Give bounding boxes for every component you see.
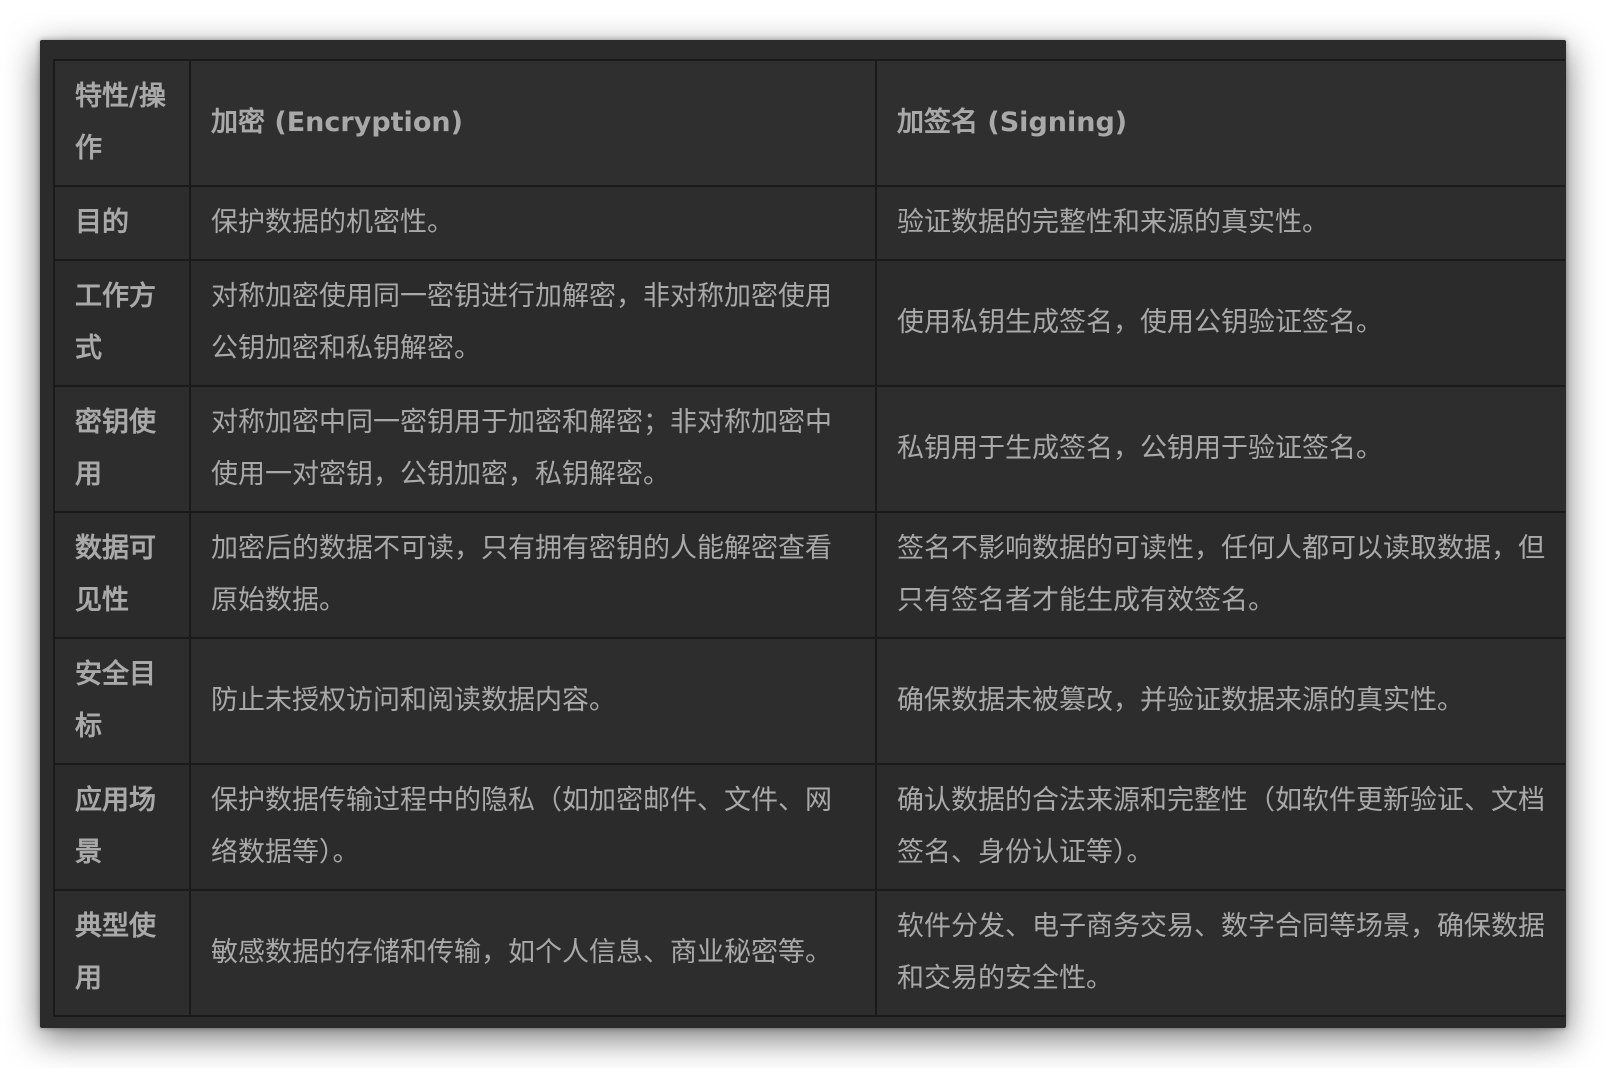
row-feature: 应用场景 bbox=[53, 763, 191, 891]
row-signing: 私钥用于生成签名，公钥用于验证签名。 bbox=[875, 385, 1565, 513]
row-signing: 验证数据的完整性和来源的真实性。 bbox=[875, 185, 1565, 261]
row-encryption: 对称加密使用同一密钥进行加解密，非对称加密使用公钥加密和私钥解密。 bbox=[189, 259, 877, 387]
comparison-table: 特性/操作 加密 (Encryption) 加签名 (Signing) 目的 保… bbox=[53, 59, 1565, 1017]
row-encryption: 加密后的数据不可读，只有拥有密钥的人能解密查看原始数据。 bbox=[189, 511, 877, 639]
row-signing: 软件分发、电子商务交易、数字合同等场景，确保数据和交易的安全性。 bbox=[875, 889, 1565, 1017]
row-encryption: 对称加密中同一密钥用于加密和解密；非对称加密中使用一对密钥，公钥加密，私钥解密。 bbox=[189, 385, 877, 513]
row-encryption: 敏感数据的存储和传输，如个人信息、商业秘密等。 bbox=[189, 889, 877, 1017]
table-header-row: 特性/操作 加密 (Encryption) 加签名 (Signing) bbox=[53, 59, 1565, 187]
table-container: 特性/操作 加密 (Encryption) 加签名 (Signing) 目的 保… bbox=[53, 59, 1565, 1028]
row-signing: 确保数据未被篡改，并验证数据来源的真实性。 bbox=[875, 637, 1565, 765]
table-row: 安全目标 防止未授权访问和阅读数据内容。 确保数据未被篡改，并验证数据来源的真实… bbox=[53, 637, 1565, 765]
row-encryption: 保护数据的机密性。 bbox=[189, 185, 877, 261]
row-feature: 安全目标 bbox=[53, 637, 191, 765]
row-feature: 密钥使用 bbox=[53, 385, 191, 513]
row-signing: 确认数据的合法来源和完整性（如软件更新验证、文档签名、身份认证等）。 bbox=[875, 763, 1565, 891]
row-signing: 签名不影响数据的可读性，任何人都可以读取数据，但只有签名者才能生成有效签名。 bbox=[875, 511, 1565, 639]
row-encryption: 防止未授权访问和阅读数据内容。 bbox=[189, 637, 877, 765]
table-row: 应用场景 保护数据传输过程中的隐私（如加密邮件、文件、网络数据等）。 确认数据的… bbox=[53, 763, 1565, 891]
row-feature: 典型使用 bbox=[53, 889, 191, 1017]
table-row: 密钥使用 对称加密中同一密钥用于加密和解密；非对称加密中使用一对密钥，公钥加密，… bbox=[53, 385, 1565, 513]
table-row: 典型使用 敏感数据的存储和传输，如个人信息、商业秘密等。 软件分发、电子商务交易… bbox=[53, 889, 1565, 1017]
row-encryption: 保护数据传输过程中的隐私（如加密邮件、文件、网络数据等）。 bbox=[189, 763, 877, 891]
table-row: 目的 保护数据的机密性。 验证数据的完整性和来源的真实性。 bbox=[53, 185, 1565, 261]
row-feature: 目的 bbox=[53, 185, 191, 261]
header-encryption: 加密 (Encryption) bbox=[189, 59, 877, 187]
screenshot-window: 特性/操作 加密 (Encryption) 加签名 (Signing) 目的 保… bbox=[40, 40, 1566, 1028]
row-signing: 使用私钥生成签名，使用公钥验证签名。 bbox=[875, 259, 1565, 387]
row-feature: 数据可见性 bbox=[53, 511, 191, 639]
table-row: 数据可见性 加密后的数据不可读，只有拥有密钥的人能解密查看原始数据。 签名不影响… bbox=[53, 511, 1565, 639]
header-signing: 加签名 (Signing) bbox=[875, 59, 1565, 187]
table-row: 工作方式 对称加密使用同一密钥进行加解密，非对称加密使用公钥加密和私钥解密。 使… bbox=[53, 259, 1565, 387]
row-feature: 工作方式 bbox=[53, 259, 191, 387]
header-feature: 特性/操作 bbox=[53, 59, 191, 187]
